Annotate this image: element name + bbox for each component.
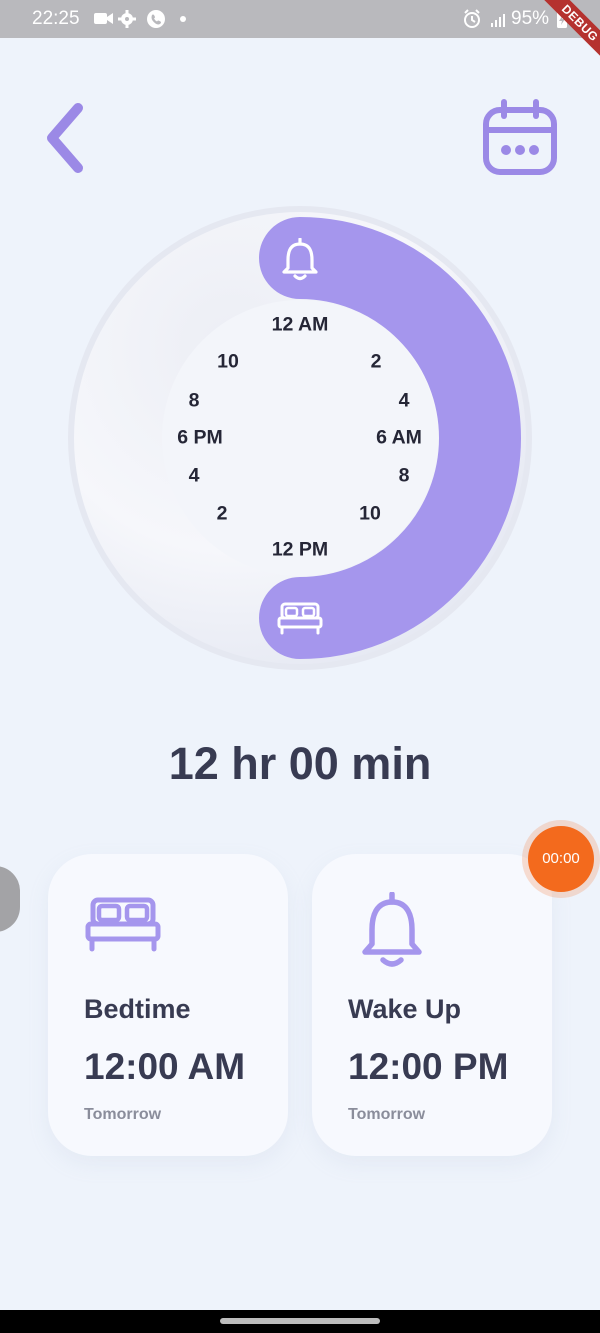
bedtime-card[interactable]: Bedtime 12:00 AM Tomorrow xyxy=(48,854,288,1156)
hour-label: 4 xyxy=(188,464,200,487)
hour-label: 12 PM xyxy=(271,538,329,561)
wakeup-card[interactable]: Wake Up 12:00 PM Tomorrow xyxy=(312,854,552,1156)
sleep-dial[interactable]: 12 AM 2 4 6 AM 8 10 12 PM 2 4 6 PM 8 10 xyxy=(66,204,534,672)
status-left-icons xyxy=(94,8,190,30)
hour-label: 4 xyxy=(398,389,410,412)
hour-label: 8 xyxy=(398,464,410,487)
card-title: Wake Up xyxy=(348,994,462,1024)
hour-label: 12 AM xyxy=(271,313,329,336)
video-call-icon xyxy=(94,13,113,24)
dot-icon xyxy=(180,16,186,22)
card-time: 12:00 AM xyxy=(84,1046,246,1087)
card-subtitle: Tomorrow xyxy=(84,1106,162,1123)
hour-label: 2 xyxy=(370,350,382,373)
card-icon xyxy=(84,896,162,957)
edge-panel-handle[interactable] xyxy=(0,866,20,932)
home-indicator[interactable] xyxy=(220,1318,380,1324)
hour-label: 10 xyxy=(359,502,381,525)
system-nav-bar xyxy=(0,1310,600,1333)
bell-icon xyxy=(282,238,318,281)
bed-icon xyxy=(85,897,161,952)
sleep-duration: 12 hr 00 min xyxy=(168,738,432,789)
hour-label: 10 xyxy=(217,350,239,373)
alarm-icon xyxy=(464,9,480,28)
card-icon xyxy=(358,891,426,975)
phone-call-icon xyxy=(147,10,165,28)
back-button[interactable] xyxy=(40,100,90,183)
signal-icon xyxy=(491,14,505,27)
hour-label: 8 xyxy=(188,389,200,412)
status-right-icon-group xyxy=(464,9,505,28)
status-bar: 22:25 95% DEBUG xyxy=(0,0,600,72)
settings-icon xyxy=(118,10,136,28)
card-subtitle: Tomorrow xyxy=(348,1106,426,1123)
chevron-left-icon xyxy=(47,103,83,173)
bell-icon xyxy=(362,891,422,967)
card-title: Bedtime xyxy=(84,994,191,1024)
calendar-icon xyxy=(483,99,557,175)
hour-label: 2 xyxy=(216,502,228,525)
bed-icon xyxy=(277,602,323,635)
battery-percent: 95% xyxy=(511,8,550,29)
status-time: 22:25 xyxy=(32,8,80,29)
card-time: 12:00 PM xyxy=(348,1046,509,1087)
timer-fab[interactable]: 00:00 xyxy=(528,826,594,892)
calendar-button[interactable] xyxy=(482,98,558,183)
hour-label: 6 PM xyxy=(177,426,223,449)
hour-label: 6 AM xyxy=(376,426,422,449)
